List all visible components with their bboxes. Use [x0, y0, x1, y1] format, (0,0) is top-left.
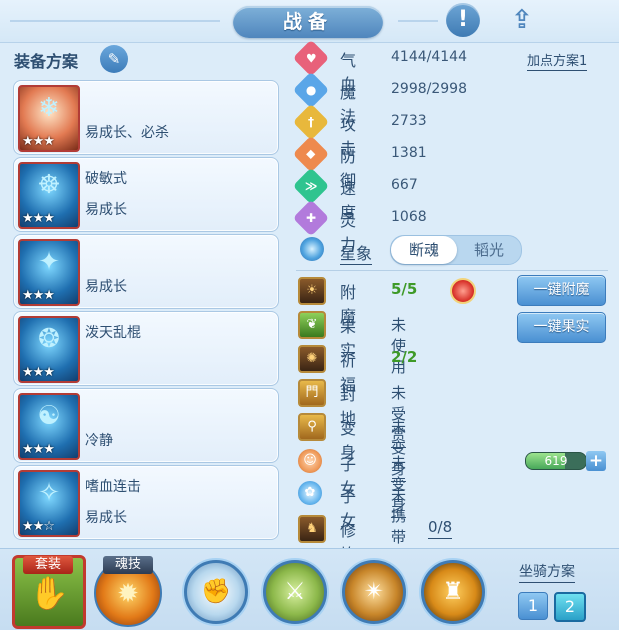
heart-icon: ♥ [292, 39, 330, 77]
plan-effect: 易成长 [85, 510, 127, 526]
shield-icon: ◆ [292, 135, 330, 173]
child-exp-bar: 619 [525, 452, 587, 470]
fruit-icon: ❦ [298, 311, 326, 339]
pet-icon: ☯ [37, 401, 61, 431]
skill-slot-2[interactable]: ⚔ [263, 560, 327, 624]
star-sign-option-inactive[interactable]: 韬光 [457, 236, 521, 264]
star-rating: ★★★ [22, 365, 55, 380]
detail-value: 未使用 [391, 316, 407, 376]
equipment-plan-title: 装备方案 [14, 52, 79, 71]
warrior-icon: ♜ [442, 577, 464, 605]
suit-slot[interactable]: 套装 ✋ [12, 555, 86, 629]
stat-value: 667 [391, 177, 418, 193]
exclamation-icon[interactable]: ! [446, 3, 480, 37]
star-rating: ★★★ [22, 134, 55, 149]
equipment-plan-card-4[interactable]: ❂ ★★★ 泼天乱棍 [13, 311, 279, 386]
section-divider [296, 270, 608, 271]
header-deco-right [398, 20, 438, 22]
equipment-plan-card-1[interactable]: ❄ ★★★ 易成长、必杀 [13, 80, 279, 155]
detail-value: 2/2 [391, 348, 418, 366]
fief-icon: 門 [298, 379, 326, 407]
plan-effect: 易成长、必杀 [85, 125, 169, 141]
pet-icon: ❄ [38, 93, 60, 123]
star-sign-option-active[interactable]: 断魂 [391, 236, 457, 264]
soul-skill-label: 魂技 [103, 556, 153, 574]
page-title: 战备 [233, 6, 383, 38]
plan-portrait: ❂ ★★★ [18, 316, 80, 383]
soul-skill-slot[interactable]: 魂技 ✹ [94, 556, 162, 627]
equipment-plan-card-2[interactable]: ☸ ★★★ 破敏式 易成长 [13, 157, 279, 232]
share-icon[interactable]: ⇪ [505, 3, 539, 37]
plan-portrait: ✧ ★★☆ [18, 470, 80, 537]
pet-icon: ✧ [38, 478, 60, 508]
equipment-plan-card-5[interactable]: ☯ ★★★ 冷静 [13, 388, 279, 463]
strike-icon: ✴ [363, 577, 385, 605]
blessing-icon: ✺ [298, 345, 326, 373]
slash-icon: ⚔ [284, 577, 306, 605]
mount-plan-button-2[interactable]: 2 [554, 592, 586, 622]
hand-icon: ✋ [29, 574, 69, 612]
flame-icon: ✹ [117, 579, 139, 609]
header-bar: 战备 ! ⇪ [0, 0, 619, 43]
mount-plan-title: 坐骑方案 [519, 561, 575, 583]
stat-value: 2733 [391, 113, 427, 129]
stat-value: 4144/4144 [391, 49, 467, 65]
star-sign-icon [300, 237, 324, 261]
plan-effect: 易成长 [85, 279, 127, 295]
plan-effect: 冷静 [85, 433, 113, 449]
plan-portrait: ☸ ★★★ [18, 162, 80, 229]
detail-value[interactable]: 未携带 [391, 484, 407, 550]
mana-icon: ● [292, 71, 330, 109]
star-rating: ★★★ [22, 288, 55, 303]
paw-icon: ✿ [298, 481, 322, 505]
star-sign-label[interactable]: 星象 [340, 240, 373, 265]
plan-effect: 易成长 [85, 202, 127, 218]
equipment-plan-card-3[interactable]: ✦ ★★★ 易成长 [13, 234, 279, 309]
star-sign-toggle[interactable]: 断魂 韬光 [390, 235, 522, 265]
plan-name: 泼天乱棍 [85, 325, 141, 341]
pet-icon: ☸ [37, 170, 61, 200]
star-rating: ★★★ [22, 442, 55, 457]
pet-icon: ❂ [38, 324, 60, 354]
stat-value: 1068 [391, 209, 427, 225]
skill-slot-3[interactable]: ✴ [342, 560, 406, 624]
suit-label: 套装 [23, 556, 73, 574]
spirit-icon: ✚ [292, 199, 330, 237]
star-rating: ★★★ [22, 211, 55, 226]
plan-portrait: ❄ ★★★ [18, 85, 80, 152]
speed-icon: ≫ [292, 167, 330, 205]
fist-icon: ✊ [201, 577, 231, 605]
add-point-plan-link[interactable]: 加点方案1 [527, 50, 588, 71]
plan-name: 破敏式 [85, 171, 127, 187]
sword-icon: † [292, 103, 330, 141]
plan-portrait: ☯ ★★★ [18, 393, 80, 460]
one-click-enchant-button[interactable]: 一键附魔 [517, 275, 606, 306]
exp-value: 619 [544, 454, 568, 468]
plan-name: 嗜血连击 [85, 479, 141, 495]
mount-plan-button-1[interactable]: 1 [518, 592, 548, 620]
plus-icon[interactable]: + [586, 451, 606, 471]
star-rating: ★★☆ [22, 519, 55, 534]
plan-portrait: ✦ ★★★ [18, 239, 80, 306]
skill-slot-4[interactable]: ♜ [421, 560, 485, 624]
skill-slot-1[interactable]: ✊ [184, 560, 248, 624]
child-icon: ☺ [298, 449, 322, 473]
header-deco-left [10, 20, 220, 22]
detail-value: 5/5 [391, 280, 418, 298]
timer-icon[interactable] [450, 278, 476, 304]
detail-value[interactable]: 0/8 [428, 518, 453, 539]
pencil-icon[interactable]: ✎ [100, 45, 128, 73]
equipment-plan-card-6[interactable]: ✧ ★★☆ 嗜血连击 易成长 [13, 465, 279, 540]
one-click-fruit-button[interactable]: 一键果实 [517, 312, 606, 343]
stat-value: 1381 [391, 145, 427, 161]
pet-icon: ✦ [38, 247, 60, 277]
enchant-icon: ☀ [298, 277, 326, 305]
stat-value: 2998/2998 [391, 81, 467, 97]
transform-icon: ⚲ [298, 413, 326, 441]
awakening-icon: ♞ [298, 515, 326, 543]
